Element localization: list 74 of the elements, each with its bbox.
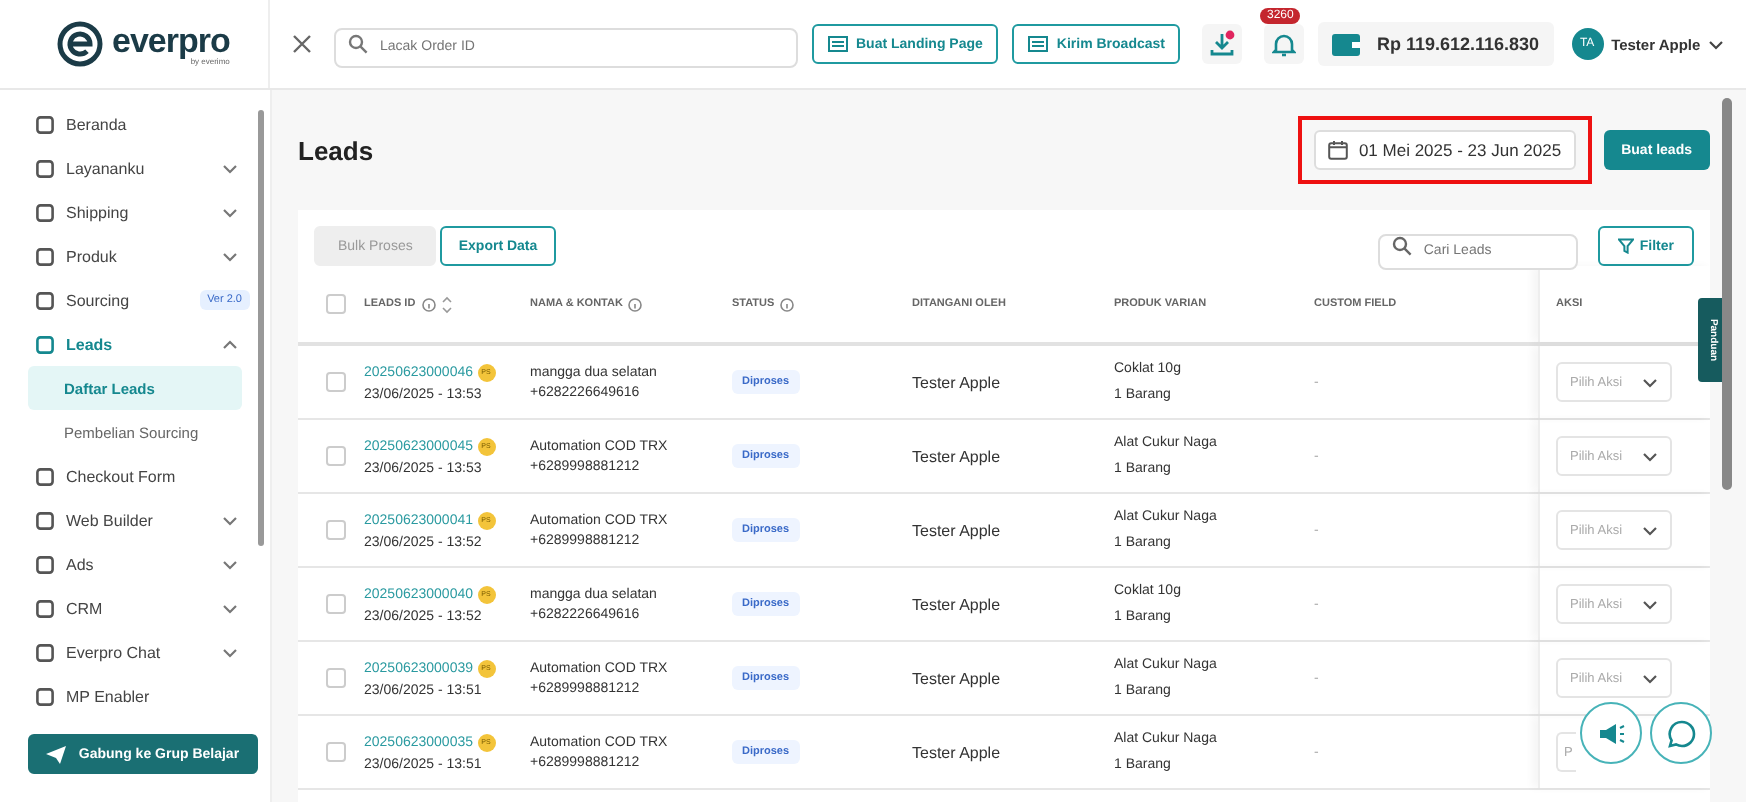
chevron-down-icon [222,207,238,217]
table-cell: Tester Apple [912,373,1001,391]
row-checkbox[interactable] [325,520,345,540]
row-checkbox[interactable] [325,668,345,688]
sidebar-item[interactable]: Everpro Chat [28,630,250,674]
search-icon [348,34,368,54]
table-cell: Tester Apple [912,447,1001,465]
sidebar-item[interactable]: Beranda [28,102,250,146]
menu-item-icon [36,203,54,221]
sidebar-item[interactable]: Leads [28,322,250,366]
menu-item-icon [36,159,54,177]
chevron-down-icon[interactable] [1708,39,1725,49]
chevron-up-icon [222,339,238,349]
menu-item-icon [36,467,54,485]
sidebar-item[interactable]: Web Builder [28,498,250,542]
bell-icon [1272,31,1297,57]
chevron-down-icon [222,559,238,569]
sidebar-item[interactable]: Shipping [28,190,250,234]
megaphone-icon [1597,721,1625,745]
menu-item-icon [36,247,54,265]
table-cell: Tester Apple [912,743,1001,761]
chevron-down-icon [222,251,238,261]
info-icon [421,297,436,311]
row-checkbox[interactable] [325,742,345,762]
download-button[interactable] [1202,24,1243,64]
table-cell: Tester Apple [912,669,1001,687]
menu-item-icon [36,599,54,617]
page-icon [828,36,848,52]
logo-icon [56,20,104,68]
chevron-down-icon [222,647,238,657]
chevron-down-icon [1642,451,1658,461]
search-icon [1391,236,1412,256]
chat-bubble-icon [1667,719,1695,747]
sidebar-item[interactable]: Checkout Form [28,454,250,498]
calendar-icon [1328,140,1349,160]
row-checkbox[interactable] [325,372,345,392]
balance-chip[interactable]: Rp 119.612.116.830 [1318,22,1554,66]
page-title: Leads [298,135,376,165]
download-icon [1208,30,1237,58]
notification-button[interactable] [1264,24,1305,64]
menu-item-icon [36,291,54,309]
close-icon[interactable] [292,34,312,54]
info-icon [628,297,643,311]
menu-item-icon [36,335,54,353]
sidebar-item[interactable]: CRM [28,586,250,630]
chevron-down-icon [222,515,238,525]
chevron-down-icon [1642,673,1658,683]
sidebar-item[interactable]: Layananku [28,146,250,190]
date-range-picker[interactable]: 01 Mei 2025 - 23 Jun 2025 [1314,130,1576,170]
chevron-down-icon [222,603,238,613]
sidebar-item[interactable]: Ads [28,542,250,586]
sidebar-item[interactable]: Produk [28,234,250,278]
filter-icon [1617,238,1634,254]
sort-icon[interactable] [441,295,452,313]
chevron-down-icon [1642,377,1658,387]
logo-text: everpro [112,23,230,57]
info-icon [780,297,795,311]
chevron-down-icon [1642,599,1658,609]
chevron-down-icon [1642,525,1658,535]
sidebar-item[interactable]: MP Enabler [28,674,250,714]
menu-item-icon [36,115,54,133]
menu-item-icon [36,511,54,529]
page-icon [1028,36,1049,52]
table-cell: Tester Apple [912,595,1001,613]
chevron-down-icon [222,163,238,173]
menu-item-icon [36,643,54,661]
row-checkbox[interactable] [325,594,345,614]
select-all-checkbox[interactable] [325,294,345,314]
row-checkbox[interactable] [325,446,345,466]
table-cell: Tester Apple [912,521,1001,539]
menu-item-icon [36,555,54,573]
menu-item-icon [36,687,54,705]
wallet-icon [1332,33,1361,55]
send-icon [46,745,67,763]
